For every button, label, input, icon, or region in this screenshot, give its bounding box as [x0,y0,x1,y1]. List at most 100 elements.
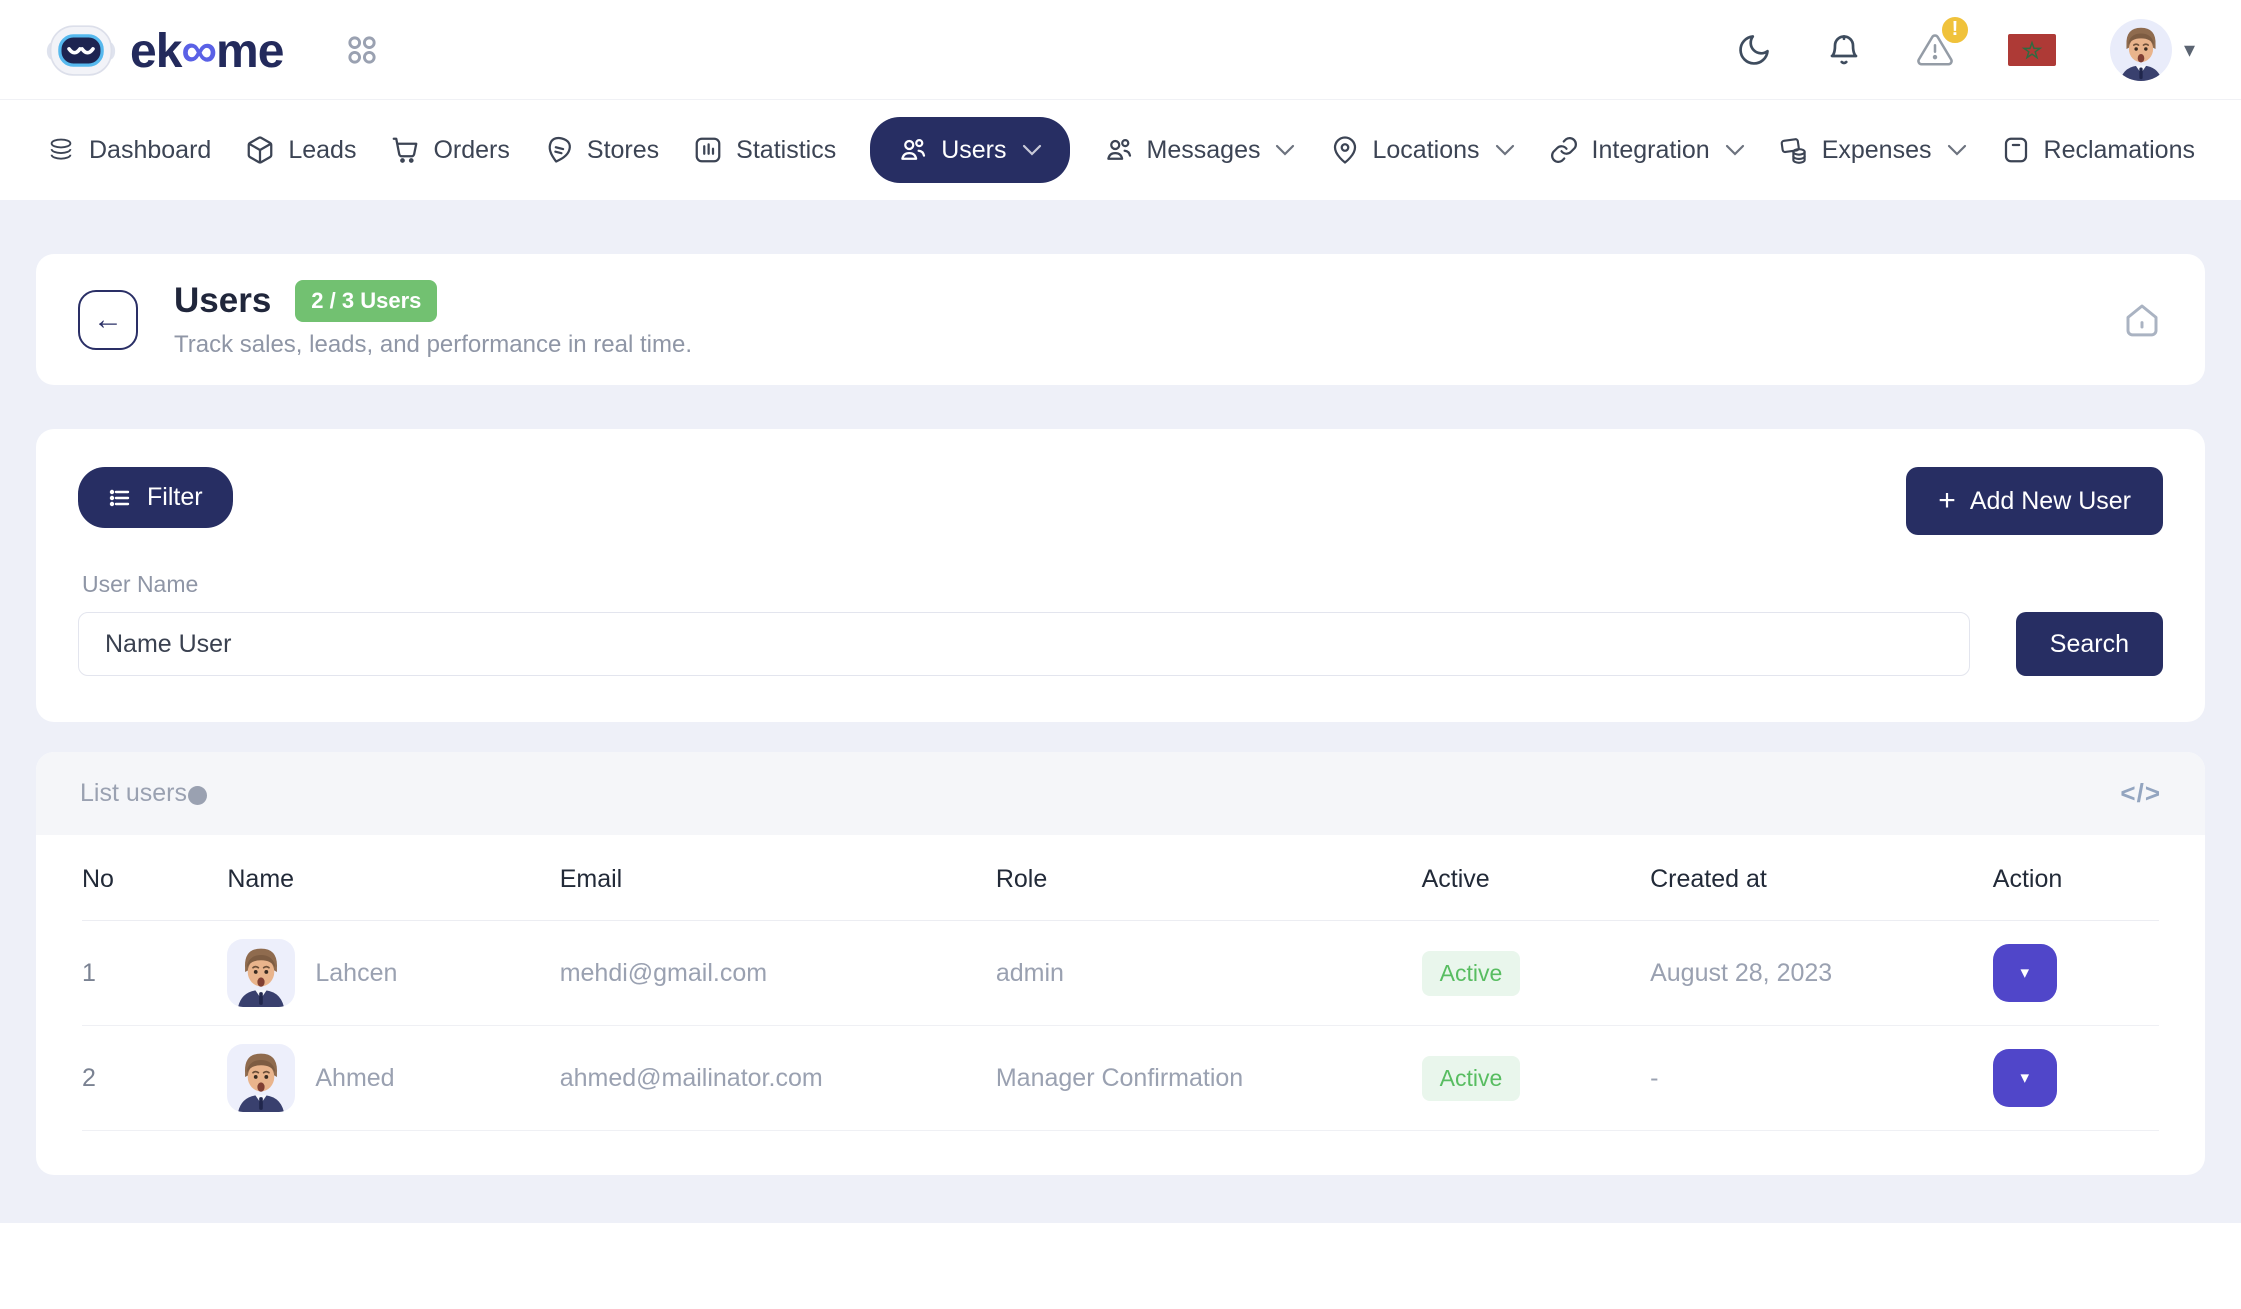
notifications-bell-icon[interactable] [1826,32,1862,68]
language-flag-morocco[interactable] [2008,34,2056,66]
filter-card: Filter + Add New User User Name Search [36,429,2205,722]
alerts-warning-icon[interactable]: ! [1916,31,1954,69]
row-actions-dropdown-button[interactable]: ▾ [1993,1049,2057,1107]
table-header-row: No Name Email Role Active Created at Act… [82,835,2159,921]
main-navigation: Dashboard Leads Orders Stores Statistics [0,100,2241,200]
nav-item-dashboard[interactable]: Dashboard [46,135,211,165]
back-button[interactable]: ← [78,290,138,350]
user-name: Lahcen [315,959,397,988]
chevron-down-icon [1275,144,1295,156]
chevron-down-icon [1947,144,1967,156]
nav-label: Locations [1373,136,1480,165]
caret-down-icon: ▾ [2021,1068,2030,1088]
people-icon [1104,135,1134,165]
page-title: Users [174,281,271,321]
nav-item-users[interactable]: Users [870,117,1069,183]
caret-down-icon: ▾ [2021,963,2030,983]
col-action: Action [1993,835,2159,921]
table-row: 2 Ahmed ahmed@mailinator.com Manager Con… [82,1026,2159,1131]
map-pin-icon [1330,135,1360,165]
active-status-badge: Active [1422,1056,1521,1101]
link-icon [1549,135,1579,165]
nav-label: Leads [288,136,356,165]
add-new-user-label: Add New User [1970,487,2131,516]
active-status-badge: Active [1422,951,1521,996]
users-table-card: List users </> No Name Email Role Active… [36,752,2205,1175]
user-name-cell: Lahcen [227,939,559,1007]
nav-item-locations[interactable]: Locations [1330,135,1515,165]
profile-chevron-down-icon: ▾ [2184,37,2195,63]
brand-wordmark: ek∞me [130,21,283,79]
nav-label: Reclamations [2044,136,2195,165]
nav-label: Stores [587,136,659,165]
coins-icon [1779,135,1809,165]
user-avatar [2110,19,2172,81]
users-table: No Name Email Role Active Created at Act… [82,835,2159,1131]
user-name-cell: Ahmed [227,1044,559,1112]
nav-item-expenses[interactable]: Expenses [1779,135,1967,165]
user-avatar [227,1044,295,1112]
store-icon [544,135,574,165]
apps-grid-icon[interactable] [345,33,379,67]
col-name: Name [227,835,559,921]
add-new-user-button[interactable]: + Add New User [1906,467,2163,535]
nav-item-orders[interactable]: Orders [390,135,509,165]
page-header-text: Users 2 / 3 Users Track sales, leads, an… [174,280,692,359]
created-at: August 28, 2023 [1650,921,1993,1026]
nav-item-integration[interactable]: Integration [1549,135,1745,165]
user-role: admin [996,921,1422,1026]
list-filter-icon [108,486,132,510]
header-actions: ! ▾ [1736,19,2195,81]
nav-item-messages[interactable]: Messages [1104,135,1296,165]
col-active: Active [1422,835,1650,921]
home-icon[interactable] [2121,299,2163,341]
nav-item-leads[interactable]: Leads [245,135,356,165]
alert-count-badge: ! [1940,15,1970,45]
created-at: - [1650,1026,1993,1131]
filter-button-label: Filter [147,483,203,512]
search-button[interactable]: Search [2016,612,2163,676]
col-created-at: Created at [1650,835,1993,921]
brand-logo[interactable]: ek∞me [46,21,283,79]
page-header-card: ← Users 2 / 3 Users Track sales, leads, … [36,254,2205,385]
chevron-down-icon [1495,144,1515,156]
username-field-label: User Name [82,571,2163,598]
nav-label: Expenses [1822,136,1932,165]
user-email: mehdi@gmail.com [560,921,996,1026]
dark-mode-moon-icon[interactable] [1736,32,1772,68]
nav-item-stores[interactable]: Stores [544,135,659,165]
col-email: Email [560,835,996,921]
robot-logo-icon [46,24,116,76]
filter-button[interactable]: Filter [78,467,233,528]
bar-chart-icon [693,135,723,165]
list-users-header: List users </> [36,752,2205,835]
user-email: ahmed@mailinator.com [560,1026,996,1131]
username-input[interactable] [78,612,1970,676]
users-icon [898,135,928,165]
col-role: Role [996,835,1422,921]
nav-label: Statistics [736,136,836,165]
arrow-left-icon: ← [93,303,123,337]
row-actions-dropdown-button[interactable]: ▾ [1993,944,2057,1002]
card-minus-icon [2001,135,2031,165]
code-icon[interactable]: </> [2120,778,2161,809]
row-no: 2 [82,1026,227,1131]
package-icon [245,135,275,165]
cart-icon [390,135,420,165]
user-role: Manager Confirmation [996,1026,1422,1131]
nav-item-reclamations[interactable]: Reclamations [2001,135,2195,165]
col-no: No [82,835,227,921]
plus-icon: + [1938,486,1956,516]
users-count-badge: 2 / 3 Users [295,280,437,322]
page-subtitle: Track sales, leads, and performance in r… [174,331,692,359]
nav-label: Dashboard [89,136,211,165]
list-users-title: List users [80,779,207,808]
chevron-down-icon [1725,144,1745,156]
nav-label: Integration [1592,136,1710,165]
user-avatar [227,939,295,1007]
nav-label: Users [941,136,1006,165]
user-profile-menu[interactable]: ▾ [2110,19,2195,81]
nav-label: Orders [433,136,509,165]
nav-item-statistics[interactable]: Statistics [693,135,836,165]
row-no: 1 [82,921,227,1026]
